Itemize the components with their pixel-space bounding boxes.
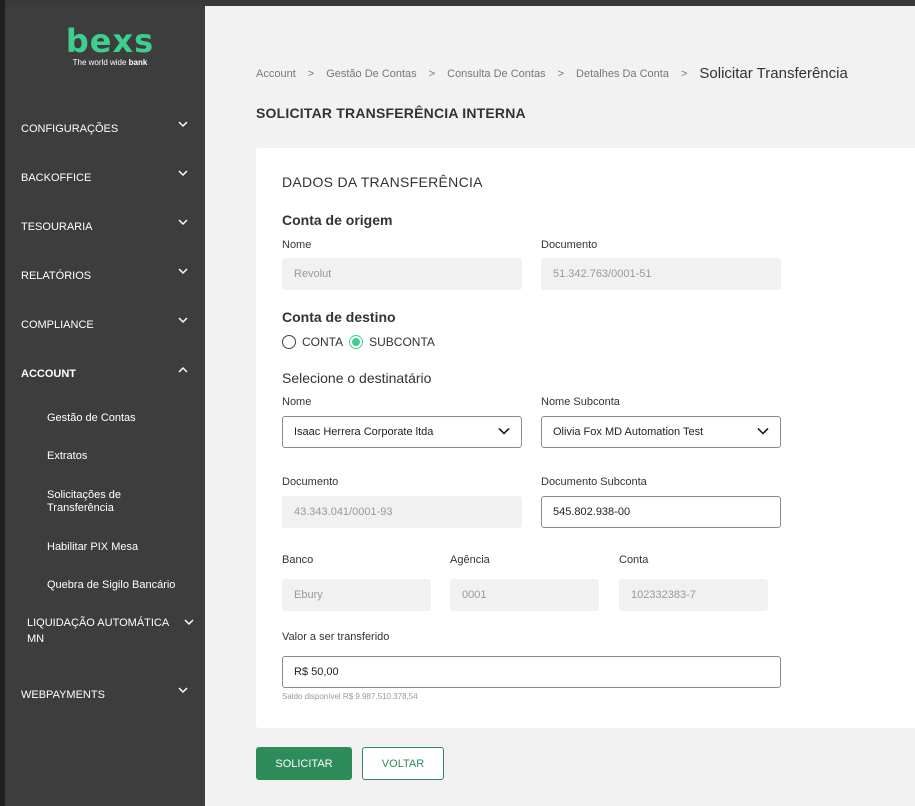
agency-label: Agência	[450, 554, 490, 566]
sidebar-subitem-gestao-de-contas[interactable]: Gestão de Contas	[47, 412, 187, 425]
breadcrumb-current: Solicitar Transferência	[699, 65, 848, 82]
breadcrumb-separator: >	[557, 67, 565, 80]
chevron-down-icon	[178, 119, 188, 128]
logo-mark: bexs	[65, 22, 155, 60]
sidebar-item-relatorios[interactable]: RELATÓRIOS	[21, 268, 201, 282]
breadcrumb-separator: >	[307, 67, 315, 80]
sidebar-item-liquidacao-automatica[interactable]: LIQUIDAÇÃO AUTOMÁTICA MN	[27, 615, 201, 647]
sidebar-item-compliance[interactable]: COMPLIANCE	[21, 317, 201, 331]
radio-conta-label[interactable]: CONTA	[302, 335, 343, 349]
sidebar-subitem-extratos[interactable]: Extratos	[47, 450, 187, 463]
sidebar-item-label: LIQUIDAÇÃO AUTOMÁTICA MN	[27, 617, 169, 645]
back-button[interactable]: VOLTAR	[362, 747, 444, 780]
chevron-down-icon	[757, 426, 769, 438]
sidebar-subitem-quebra-de-sigilo[interactable]: Quebra de Sigilo Bancário	[47, 579, 197, 592]
sidebar-item-backoffice[interactable]: BACKOFFICE	[21, 170, 201, 184]
tagline-bold-text: bank	[128, 58, 148, 67]
sidebar-item-label: TESOURARIA	[21, 221, 93, 233]
breadcrumb-separator: >	[680, 67, 688, 80]
subaccount-name-value: Olivia Fox MD Automation Test	[553, 426, 704, 438]
subaccount-name-label: Nome Subconta	[541, 396, 620, 408]
sidebar-subitem-solicitacoes-de-transferencia[interactable]: Solicitações de Transferência	[47, 489, 157, 515]
sidebar: bexs The world wide bank CONFIGURAÇÕES B…	[5, 6, 205, 806]
sidebar-item-webpayments[interactable]: WEBPAYMENTS	[21, 687, 201, 701]
radio-subconta-label[interactable]: SUBCONTA	[369, 335, 435, 349]
sidebar-item-configuracoes[interactable]: CONFIGURAÇÕES	[21, 121, 201, 135]
card-title: DADOS DA TRANSFERÊNCIA	[282, 174, 483, 190]
amount-label: Valor a ser transferido	[282, 631, 390, 643]
logo-tagline: The world wide bank	[60, 58, 160, 67]
account-field: 102332383-7	[619, 579, 768, 611]
sidebar-item-label: CONFIGURAÇÕES	[21, 123, 119, 135]
recipient-name-value: Isaac Herrera Corporate ltda	[294, 426, 434, 438]
subaccount-doc-field[interactable]: 545.802.938-00	[541, 496, 781, 528]
chevron-down-icon	[178, 266, 188, 275]
main-content: Account > Gestão De Contas > Consulta De…	[205, 6, 915, 806]
breadcrumb: Account > Gestão De Contas > Consulta De…	[256, 65, 848, 82]
origin-name-label: Nome	[282, 239, 312, 251]
origin-heading: Conta de origem	[282, 212, 393, 228]
recipient-heading: Selecione o destinatário	[282, 370, 432, 386]
sidebar-subitem-habilitar-pix-mesa[interactable]: Habilitar PIX Mesa	[47, 541, 187, 554]
chevron-down-icon	[178, 315, 188, 324]
balance-hint: Saldo disponível R$ 9.987.510.378,54	[282, 692, 418, 701]
tagline-text: The world wide	[72, 58, 129, 67]
chevron-down-icon	[178, 685, 188, 694]
radio-subconta[interactable]	[349, 335, 364, 349]
subaccount-name-select[interactable]: Olivia Fox MD Automation Test	[541, 416, 781, 448]
recipient-name-label: Nome	[282, 396, 312, 408]
submit-button[interactable]: SOLICITAR	[256, 747, 352, 780]
bank-label: Banco	[282, 554, 314, 566]
sidebar-item-label: RELATÓRIOS	[21, 270, 92, 282]
breadcrumb-detalhes-da-conta[interactable]: Detalhes Da Conta	[576, 68, 669, 80]
amount-input[interactable]: R$ 50,00	[282, 656, 781, 688]
breadcrumb-separator: >	[428, 67, 436, 80]
radio-conta[interactable]	[282, 335, 296, 349]
breadcrumb-consulta-de-contas[interactable]: Consulta De Contas	[447, 68, 545, 80]
recipient-doc-field: 43.343.041/0001-93	[282, 496, 522, 528]
destination-type-radio-group: CONTA SUBCONTA	[282, 335, 441, 349]
subaccount-doc-label: Documento Subconta	[541, 476, 647, 488]
origin-name-field: Revolut	[282, 258, 522, 290]
chevron-down-icon	[178, 168, 188, 177]
chevron-down-icon	[184, 615, 194, 626]
recipient-doc-label: Documento	[282, 476, 339, 488]
page-title: SOLICITAR TRANSFERÊNCIA INTERNA	[256, 105, 526, 121]
bexs-logo[interactable]: bexs The world wide bank	[60, 24, 160, 67]
sidebar-item-tesouraria[interactable]: TESOURARIA	[21, 219, 201, 233]
agency-field: 0001	[450, 579, 599, 611]
origin-doc-field: 51.342.763/0001-51	[541, 258, 781, 290]
sidebar-item-label: COMPLIANCE	[21, 319, 94, 331]
chevron-up-icon	[178, 364, 188, 373]
sidebar-item-label: BACKOFFICE	[21, 172, 92, 184]
transfer-form-card: DADOS DA TRANSFERÊNCIA Conta de origem N…	[256, 148, 915, 728]
sidebar-item-account[interactable]: ACCOUNT	[21, 366, 201, 380]
account-label: Conta	[619, 554, 649, 566]
recipient-name-select[interactable]: Isaac Herrera Corporate ltda	[282, 416, 522, 448]
bank-field: Ebury	[282, 579, 431, 611]
sidebar-item-label: ACCOUNT	[21, 368, 76, 380]
destination-heading: Conta de destino	[282, 309, 396, 325]
breadcrumb-account[interactable]: Account	[256, 68, 296, 80]
chevron-down-icon	[498, 426, 510, 438]
origin-doc-label: Documento	[541, 239, 598, 251]
sidebar-item-label: WEBPAYMENTS	[21, 689, 105, 701]
breadcrumb-gestao-de-contas[interactable]: Gestão De Contas	[326, 68, 417, 80]
chevron-down-icon	[178, 217, 188, 226]
